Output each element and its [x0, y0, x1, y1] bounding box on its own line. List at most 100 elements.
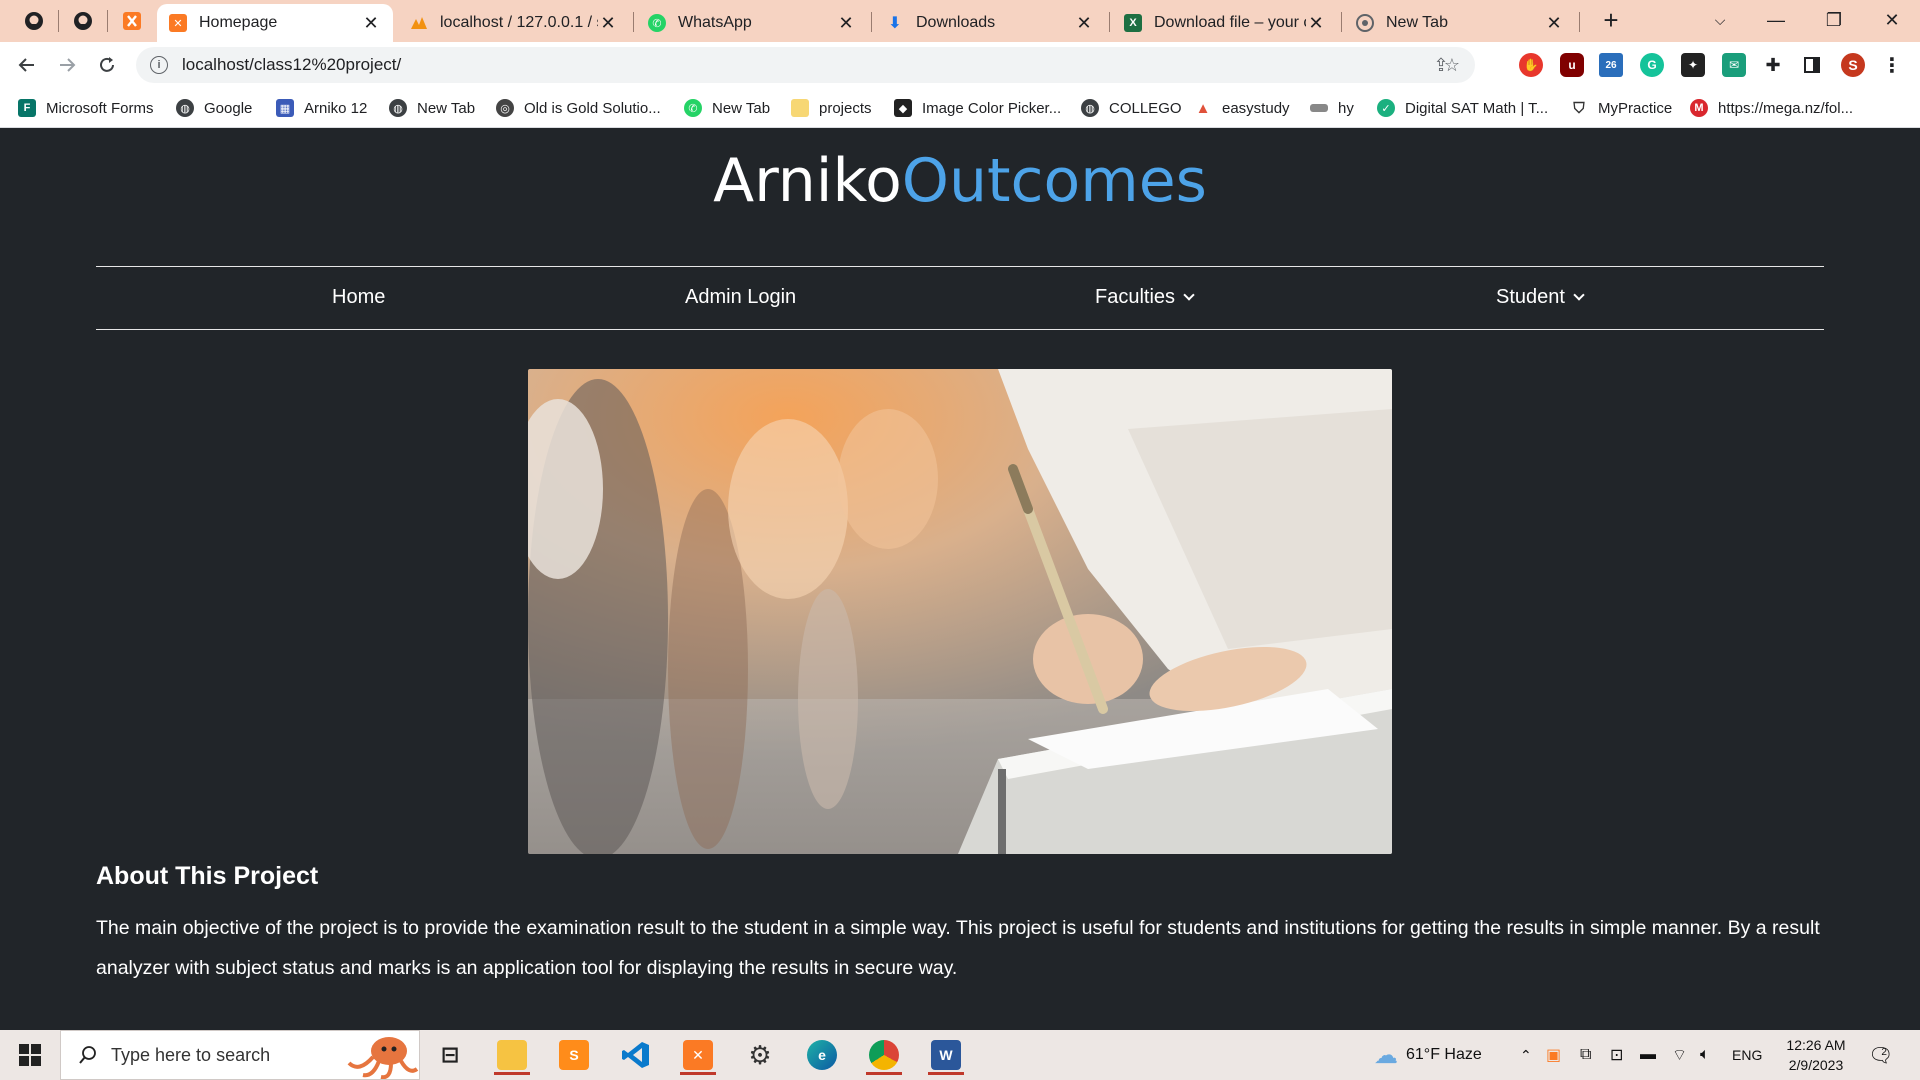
search-placeholder: Type here to search: [111, 1044, 271, 1065]
nav-home[interactable]: Home: [332, 286, 385, 309]
site-info-icon[interactable]: i: [150, 56, 168, 74]
bookmark-item[interactable]: ▲ easystudy: [1194, 97, 1290, 119]
bookmark-item[interactable]: projects: [791, 97, 872, 119]
address-bar[interactable]: i localhost/class12%20project/ ⇪ ☆: [136, 47, 1475, 83]
tab-search-chevron-icon[interactable]: ⌵: [1692, 0, 1748, 40]
close-icon[interactable]: ✕: [1544, 13, 1564, 33]
mail-extension-icon[interactable]: ✉: [1722, 53, 1746, 77]
forward-button[interactable]: [52, 50, 82, 80]
bookmark-star-icon[interactable]: ☆: [1441, 54, 1463, 76]
close-icon[interactable]: ✕: [1306, 13, 1326, 33]
taskbar-xampp[interactable]: ✕: [676, 1035, 720, 1075]
side-panel-icon[interactable]: [1800, 53, 1824, 77]
globe-icon: ◍: [176, 99, 194, 117]
close-icon[interactable]: ✕: [598, 13, 618, 33]
bookmark-label: https://mega.nz/fol...: [1718, 99, 1854, 117]
puzzle-extensions-icon[interactable]: ✚: [1761, 53, 1785, 77]
url-text[interactable]: localhost/class12%20project/: [182, 55, 401, 75]
bookmark-item[interactable]: ✓ Digital SAT Math | T...: [1377, 97, 1548, 119]
chrome-icon: [869, 1040, 899, 1070]
back-button[interactable]: [12, 50, 42, 80]
bookmark-item[interactable]: ◍ COLLEGO: [1081, 97, 1182, 119]
tab-separator: [633, 12, 634, 32]
extension-icon[interactable]: ✦: [1681, 53, 1705, 77]
reload-button[interactable]: [92, 50, 122, 80]
tab-label: WhatsApp: [678, 14, 752, 31]
tab-separator: [58, 10, 59, 32]
pinned-tab-github-1[interactable]: [14, 6, 54, 36]
notification-center-icon[interactable]: 🗨︎ 2: [1868, 1030, 1893, 1080]
close-icon[interactable]: ✕: [361, 13, 381, 33]
bookmark-item[interactable]: ▦ Arniko 12: [276, 97, 367, 119]
system-clock[interactable]: 12:26 AM 2/9/2023: [1768, 1035, 1864, 1075]
bookmark-label: COLLEGO: [1109, 99, 1182, 117]
nav-faculties-dropdown[interactable]: Faculties: [1095, 286, 1195, 309]
tab-download-file[interactable]: X Download file – your co ✕: [1112, 4, 1338, 42]
reload-icon: [100, 57, 114, 72]
language-indicator[interactable]: ENG: [1732, 1030, 1762, 1080]
globe-icon: ◍: [389, 99, 407, 117]
sat-icon: ✓: [1377, 99, 1395, 117]
calendar-extension-icon[interactable]: 26: [1599, 53, 1623, 77]
pinned-tab-github-2[interactable]: [63, 6, 103, 36]
calendar-icon: ▦: [276, 99, 294, 117]
nav-admin-login[interactable]: Admin Login: [685, 286, 796, 309]
tab-new-tab[interactable]: New Tab ✕: [1344, 4, 1576, 42]
clock-time: 12:26 AM: [1786, 1037, 1846, 1053]
camera-tray-icon[interactable]: ⧉: [1580, 1030, 1591, 1080]
main-navbar: Home Admin Login Faculties Student: [96, 266, 1824, 330]
bookmark-item[interactable]: ◍ Google: [176, 97, 252, 119]
task-view-icon[interactable]: ⊟: [428, 1035, 472, 1075]
more-menu-icon[interactable]: ⋮: [1880, 53, 1904, 77]
back-arrow-icon: [18, 58, 34, 72]
nav-student-dropdown[interactable]: Student: [1496, 286, 1585, 309]
battery-icon[interactable]: ▬: [1640, 1030, 1656, 1080]
settings-gear-icon[interactable]: ⚙: [738, 1035, 782, 1075]
taskbar-sublime-text[interactable]: S: [552, 1035, 596, 1075]
new-tab-button[interactable]: +: [1584, 0, 1638, 40]
start-button[interactable]: [0, 1030, 60, 1080]
bookmark-item[interactable]: ◎ Old is Gold Solutio...: [496, 97, 661, 119]
site-brand[interactable]: ArnikoOutcomes: [0, 146, 1920, 216]
taskbar-search[interactable]: Type here to search: [60, 1030, 420, 1080]
network-adapter-icon[interactable]: ⊡: [1610, 1030, 1623, 1080]
tab-phpmyadmin[interactable]: localhost / 127.0.0.1 / sr ✕: [398, 4, 630, 42]
close-window-button[interactable]: ✕: [1864, 0, 1920, 40]
bookmark-item[interactable]: ⛉ MyPractice: [1570, 97, 1672, 119]
close-icon[interactable]: ✕: [1074, 13, 1094, 33]
volume-icon[interactable]: 🔈︎: [1700, 1030, 1710, 1080]
tab-whatsapp[interactable]: ✆ WhatsApp ✕: [636, 4, 868, 42]
taskbar-chrome[interactable]: [862, 1035, 906, 1075]
bookmark-item[interactable]: M https://mega.nz/fol...: [1690, 97, 1853, 119]
bookmark-item[interactable]: ◍ New Tab: [389, 97, 475, 119]
bookmark-item[interactable]: hy: [1310, 97, 1354, 119]
ublock-extension-icon[interactable]: u: [1560, 53, 1584, 77]
bookmark-item[interactable]: ✆ New Tab: [684, 97, 770, 119]
tab-separator: [1579, 12, 1580, 32]
adblock-extension-icon[interactable]: ✋: [1519, 53, 1543, 77]
xampp-icon: [123, 12, 141, 30]
taskbar-edge[interactable]: e: [800, 1035, 844, 1075]
page-content: ArnikoOutcomes Home Admin Login Facultie…: [0, 128, 1920, 1028]
nav-student-label: Student: [1496, 286, 1565, 308]
tab-downloads[interactable]: ⬇ Downloads ✕: [874, 4, 1106, 42]
bookmark-label: Digital SAT Math | T...: [1405, 99, 1549, 117]
brand-part-1: Arniko: [713, 146, 902, 216]
show-hidden-icons-chevron-icon[interactable]: ⌃: [1520, 1030, 1532, 1080]
taskbar-word[interactable]: W: [924, 1035, 968, 1075]
pinned-tab-xampp[interactable]: [112, 6, 152, 36]
wifi-icon[interactable]: ⌔: [1672, 1030, 1687, 1080]
grammarly-extension-icon[interactable]: G: [1640, 53, 1664, 77]
bookmark-label: Arniko 12: [304, 99, 368, 117]
tab-homepage[interactable]: ✕ Homepage ✕: [157, 4, 393, 42]
close-icon[interactable]: ✕: [836, 13, 856, 33]
profile-avatar[interactable]: S: [1841, 53, 1865, 77]
taskbar-file-explorer[interactable]: [490, 1035, 534, 1075]
xampp-tray-icon[interactable]: ▣: [1546, 1030, 1561, 1080]
bookmark-item[interactable]: ◆ Image Color Picker...: [894, 97, 1061, 119]
taskbar-vscode[interactable]: [614, 1035, 658, 1075]
weather-widget[interactable]: ☁ 61°F Haze: [1374, 1030, 1482, 1080]
restore-button[interactable]: ❐: [1806, 0, 1862, 40]
bookmark-item[interactable]: F Microsoft Forms: [18, 97, 154, 119]
minimize-button[interactable]: —: [1748, 0, 1804, 40]
